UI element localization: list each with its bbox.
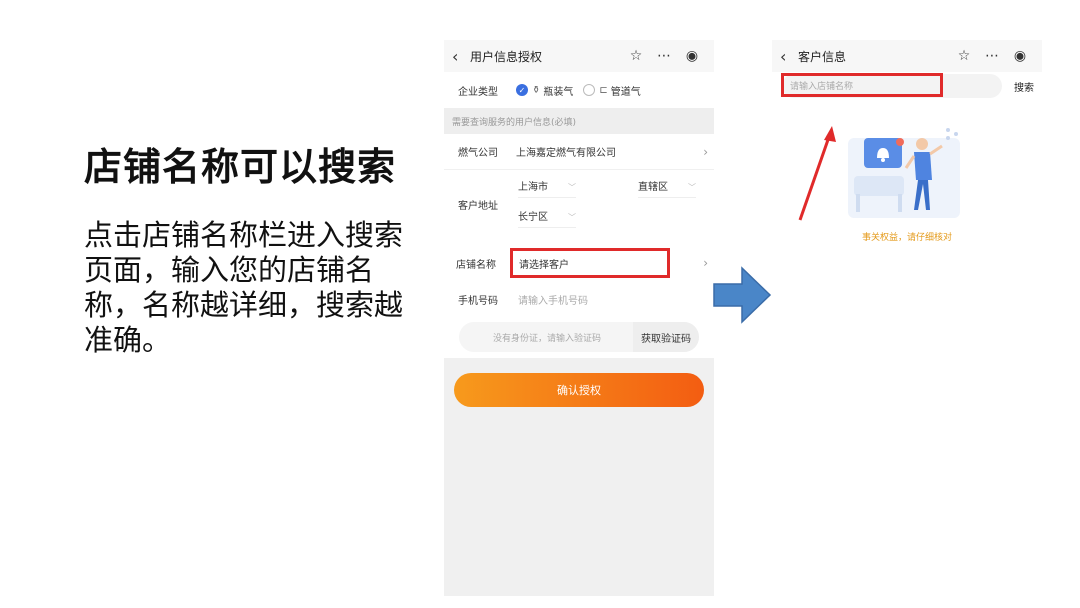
back-icon[interactable]: ‹	[780, 47, 796, 66]
confirm-authorization-button[interactable]: 确认授权	[454, 373, 704, 407]
option-bottled[interactable]: 瓶装气	[543, 83, 573, 98]
phone-label: 手机号码	[458, 295, 498, 307]
get-code-button[interactable]: 获取验证码	[633, 322, 699, 352]
area-type-select[interactable]: 直辖区 ﹀	[638, 178, 696, 198]
district-select[interactable]: 长宁区 ﹀	[518, 208, 576, 228]
shop-name-row: 店铺名称 请选择客户 ›	[444, 244, 714, 282]
record-icon[interactable]: ◉	[678, 48, 706, 64]
chevron-right-icon: ›	[703, 144, 708, 159]
gas-company-row[interactable]: 燃气公司 上海嘉定燃气有限公司 ›	[444, 134, 714, 170]
search-input[interactable]: 请输入店铺名称	[781, 73, 943, 97]
back-icon[interactable]: ‹	[452, 47, 468, 66]
phone-screen-authorization: ‹ 用户信息授权 ☆ ⋯ ◉ 企业类型 ✓ ⚱ 瓶装气 ⊏ 管道气 需要查询服务…	[444, 40, 714, 596]
chevron-down-icon: ﹀	[568, 213, 576, 222]
radio-unchecked-icon[interactable]	[583, 84, 596, 96]
section-hint: 需要查询服务的用户信息(必填)	[444, 108, 714, 134]
empty-state-illustration	[848, 128, 960, 218]
pipe-icon: ⊏	[599, 84, 608, 96]
next-step-arrow-icon	[713, 266, 772, 324]
shop-name-label: 店铺名称	[456, 259, 496, 271]
search-bar: 请输入店铺名称 搜索	[772, 72, 1042, 110]
chevron-down-icon: ﹀	[688, 183, 696, 192]
more-icon[interactable]: ⋯	[650, 48, 678, 64]
area-type-value: 直辖区	[638, 182, 668, 193]
star-icon[interactable]: ☆	[622, 48, 650, 64]
verify-code-placeholder: 没有身份证，请输入验证码	[493, 333, 602, 344]
page-title: 用户信息授权	[470, 49, 543, 64]
company-type-row: 企业类型 ✓ ⚱ 瓶装气 ⊏ 管道气	[444, 72, 714, 108]
address-row: 客户地址 上海市 ﹀ 直辖区 ﹀ 长宁区 ﹀	[444, 170, 714, 244]
city-value: 上海市	[518, 182, 548, 193]
gas-company-value: 上海嘉定燃气有限公司	[516, 148, 616, 159]
slide-description: 点击店铺名称栏进入搜索页面，输入您的店铺名称，名称越详细，搜索越准确。	[84, 218, 404, 357]
district-value: 长宁区	[518, 212, 548, 223]
record-icon[interactable]: ◉	[1006, 48, 1034, 64]
empty-tip: 事关权益，请仔细核对	[861, 233, 952, 243]
nav-bar: ‹ 用户信息授权 ☆ ⋯ ◉	[444, 40, 714, 72]
pointer-arrow-icon	[798, 126, 836, 221]
gas-bottle-icon: ⚱	[532, 84, 541, 96]
shop-name-field[interactable]: 请选择客户	[510, 248, 670, 278]
gas-company-label: 燃气公司	[458, 148, 498, 159]
more-icon[interactable]: ⋯	[978, 48, 1006, 64]
option-pipe[interactable]: 管道气	[611, 83, 641, 98]
radio-checked-icon[interactable]: ✓	[516, 84, 528, 96]
verify-code-input[interactable]: 没有身份证，请输入验证码 获取验证码	[459, 322, 699, 352]
address-label: 客户地址	[458, 201, 498, 212]
verify-row: 没有身份证，请输入验证码 获取验证码	[444, 316, 714, 358]
chevron-down-icon: ﹀	[568, 183, 576, 192]
page-title: 客户信息	[798, 49, 847, 64]
phone-input[interactable]: 请输入手机号码	[518, 292, 588, 307]
star-icon[interactable]: ☆	[950, 48, 978, 64]
chevron-right-icon: ›	[703, 256, 708, 270]
nav-bar: ‹ 客户信息 ☆ ⋯ ◉	[772, 40, 1042, 72]
search-button[interactable]: 搜索	[1014, 79, 1034, 94]
company-type-label: 企业类型	[458, 86, 498, 98]
phone-row: 手机号码 请输入手机号码	[444, 282, 714, 316]
slide-title: 店铺名称可以搜索	[84, 145, 397, 189]
city-select[interactable]: 上海市 ﹀	[518, 178, 576, 198]
